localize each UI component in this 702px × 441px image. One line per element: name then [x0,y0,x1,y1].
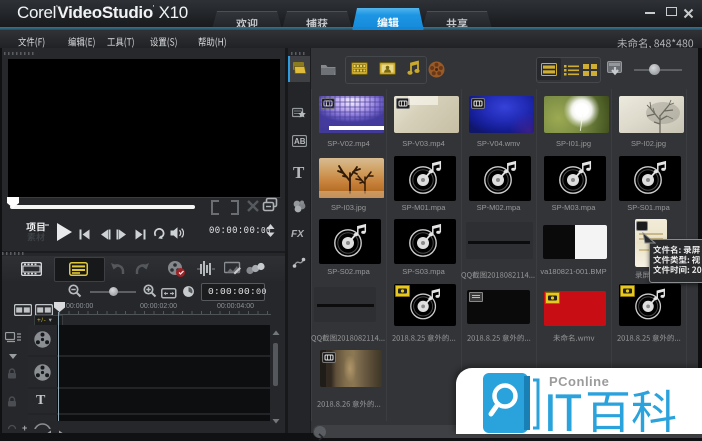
svg-text:AB: AB [294,137,306,146]
